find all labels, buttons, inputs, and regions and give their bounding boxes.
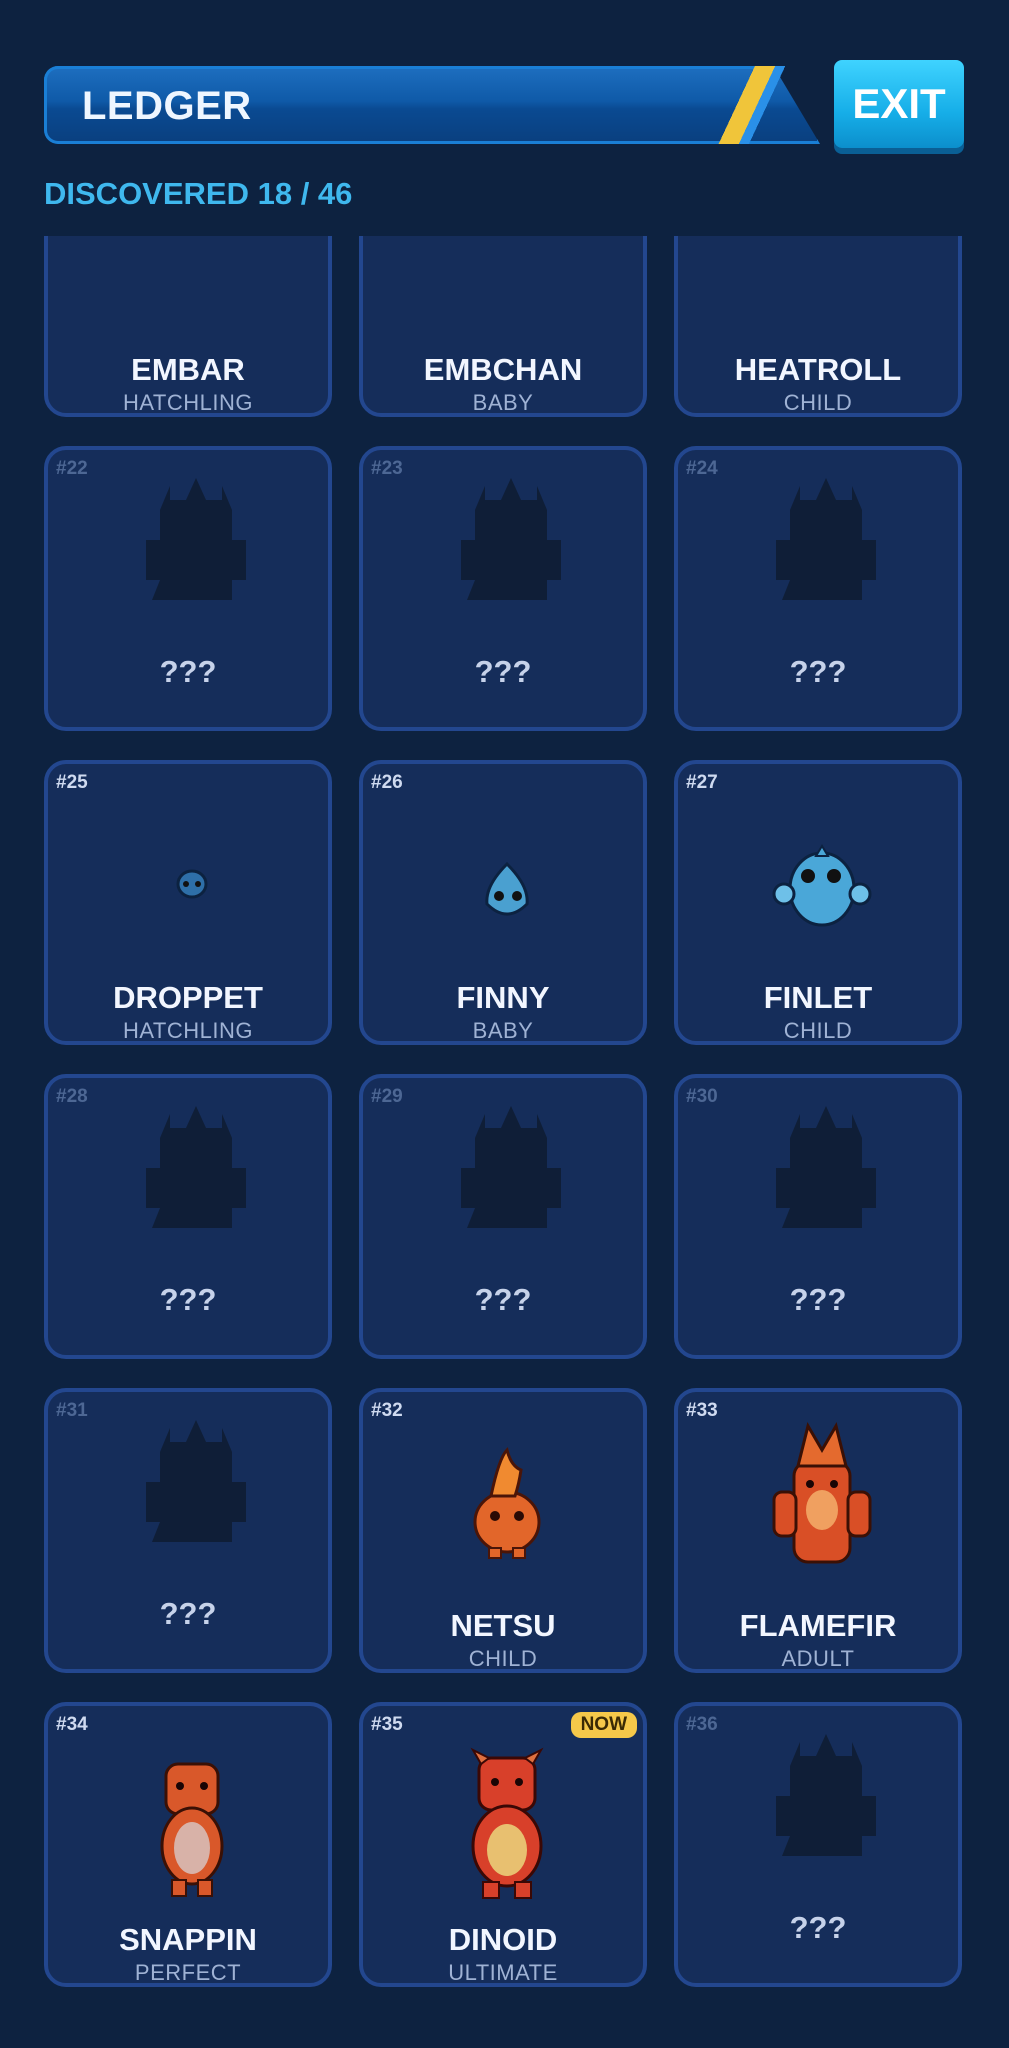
creature-stage: BABY	[472, 390, 534, 415]
locked-silhouette-sprite	[678, 1706, 966, 1906]
creature-name: ???	[159, 654, 217, 689]
creature-sprite	[678, 236, 966, 336]
card-number: #34	[56, 1714, 88, 1735]
creature-name: FINLET	[763, 980, 873, 1015]
creature-stage: HATCHLING	[123, 1018, 253, 1043]
creature-stage: PERFECT	[134, 1960, 242, 1985]
ledger-card[interactable]: HEATROLL CHILD	[674, 236, 962, 417]
creature-stage: HATCHLING	[123, 390, 253, 415]
creature-name: NETSU	[450, 1608, 556, 1643]
ledger-card[interactable]: #29???	[359, 1074, 647, 1359]
ledger-card[interactable]: #28???	[44, 1074, 332, 1359]
ledger-card[interactable]: #34 SNAPPIN PERFECT	[44, 1702, 332, 1987]
ledger-grid[interactable]: EMBAR HATCHLING EMBCHAN BABY HEATROLL CHILD #2…	[0, 236, 1009, 2048]
locked-silhouette-sprite	[678, 1078, 966, 1278]
ledger-card[interactable]: #35 NOW DINOID ULTIMATE	[359, 1702, 647, 1987]
creature-stage: ULTIMATE	[448, 1960, 558, 1985]
creature-sprite	[363, 764, 651, 964]
ledger-card[interactable]: #26 FINNY BABY	[359, 760, 647, 1045]
card-number: #32	[371, 1400, 403, 1421]
ledger-card[interactable]: #36???	[674, 1702, 962, 1987]
card-number: #22	[56, 458, 88, 479]
discovered-count: DISCOVERED 18 / 46	[44, 176, 353, 211]
ledger-card[interactable]: #27 FINLET CHILD	[674, 760, 962, 1045]
creature-name: HEATROLL	[734, 352, 902, 387]
creature-name: EMBCHAN	[423, 352, 583, 387]
creature-name: EMBAR	[131, 352, 245, 387]
card-number: #28	[56, 1086, 88, 1107]
creature-name: DINOID	[448, 1922, 558, 1957]
creature-stage: CHILD	[783, 1018, 853, 1043]
ledger-card[interactable]: EMBCHAN BABY	[359, 236, 647, 417]
creature-name: ???	[474, 654, 532, 689]
creature-name: ???	[789, 1282, 847, 1317]
creature-stage: BABY	[472, 1018, 534, 1043]
ledger-card[interactable]: #30???	[674, 1074, 962, 1359]
creature-sprite	[48, 1706, 336, 1906]
card-number: #29	[371, 1086, 403, 1107]
header-stripe-decoration	[712, 66, 802, 144]
creature-name: ???	[474, 1282, 532, 1317]
creature-sprite	[678, 764, 966, 964]
card-number: #27	[686, 772, 718, 793]
locked-silhouette-sprite	[48, 1078, 336, 1278]
creature-name: FLAMEFIR	[739, 1608, 897, 1643]
locked-silhouette-sprite	[363, 450, 651, 650]
card-number: #36	[686, 1714, 718, 1735]
creature-name: ???	[159, 1282, 217, 1317]
ledger-card[interactable]: #23???	[359, 446, 647, 731]
creature-sprite	[48, 236, 336, 336]
locked-silhouette-sprite	[363, 1078, 651, 1278]
locked-silhouette-sprite	[48, 450, 336, 650]
creature-name: SNAPPIN	[119, 1922, 257, 1957]
ledger-card[interactable]: #24???	[674, 446, 962, 731]
card-number: #35	[371, 1714, 403, 1735]
creature-sprite	[363, 236, 651, 336]
locked-silhouette-sprite	[678, 450, 966, 650]
creature-stage: ADULT	[781, 1646, 855, 1671]
ledger-card[interactable]: #25 DROPPET HATCHLING	[44, 760, 332, 1045]
creature-name: ???	[789, 1910, 847, 1945]
now-badge: NOW	[570, 1712, 637, 1738]
ledger-card[interactable]: #31???	[44, 1388, 332, 1673]
creature-stage: CHILD	[783, 390, 853, 415]
ledger-card[interactable]: #32 NETSU CHILD	[359, 1388, 647, 1673]
page-title: LEDGER	[82, 84, 252, 128]
exit-button[interactable]: EXIT	[834, 60, 964, 148]
ledger-card[interactable]: EMBAR HATCHLING	[44, 236, 332, 417]
card-number: #31	[56, 1400, 88, 1421]
creature-name: DROPPET	[113, 980, 263, 1015]
card-number: #33	[686, 1400, 718, 1421]
creature-name: ???	[789, 654, 847, 689]
creature-name: FINNY	[456, 980, 550, 1015]
ledger-card[interactable]: #33 FLAMEFIR ADULT	[674, 1388, 962, 1673]
card-number: #26	[371, 772, 403, 793]
creature-sprite	[363, 1392, 651, 1592]
locked-silhouette-sprite	[48, 1392, 336, 1592]
creature-name: ???	[159, 1596, 217, 1631]
creature-stage: CHILD	[468, 1646, 538, 1671]
creature-sprite	[48, 764, 336, 964]
ledger-card[interactable]: #22???	[44, 446, 332, 731]
creature-sprite	[678, 1392, 966, 1592]
card-number: #24	[686, 458, 718, 479]
card-number: #23	[371, 458, 403, 479]
card-number: #25	[56, 772, 88, 793]
card-number: #30	[686, 1086, 718, 1107]
